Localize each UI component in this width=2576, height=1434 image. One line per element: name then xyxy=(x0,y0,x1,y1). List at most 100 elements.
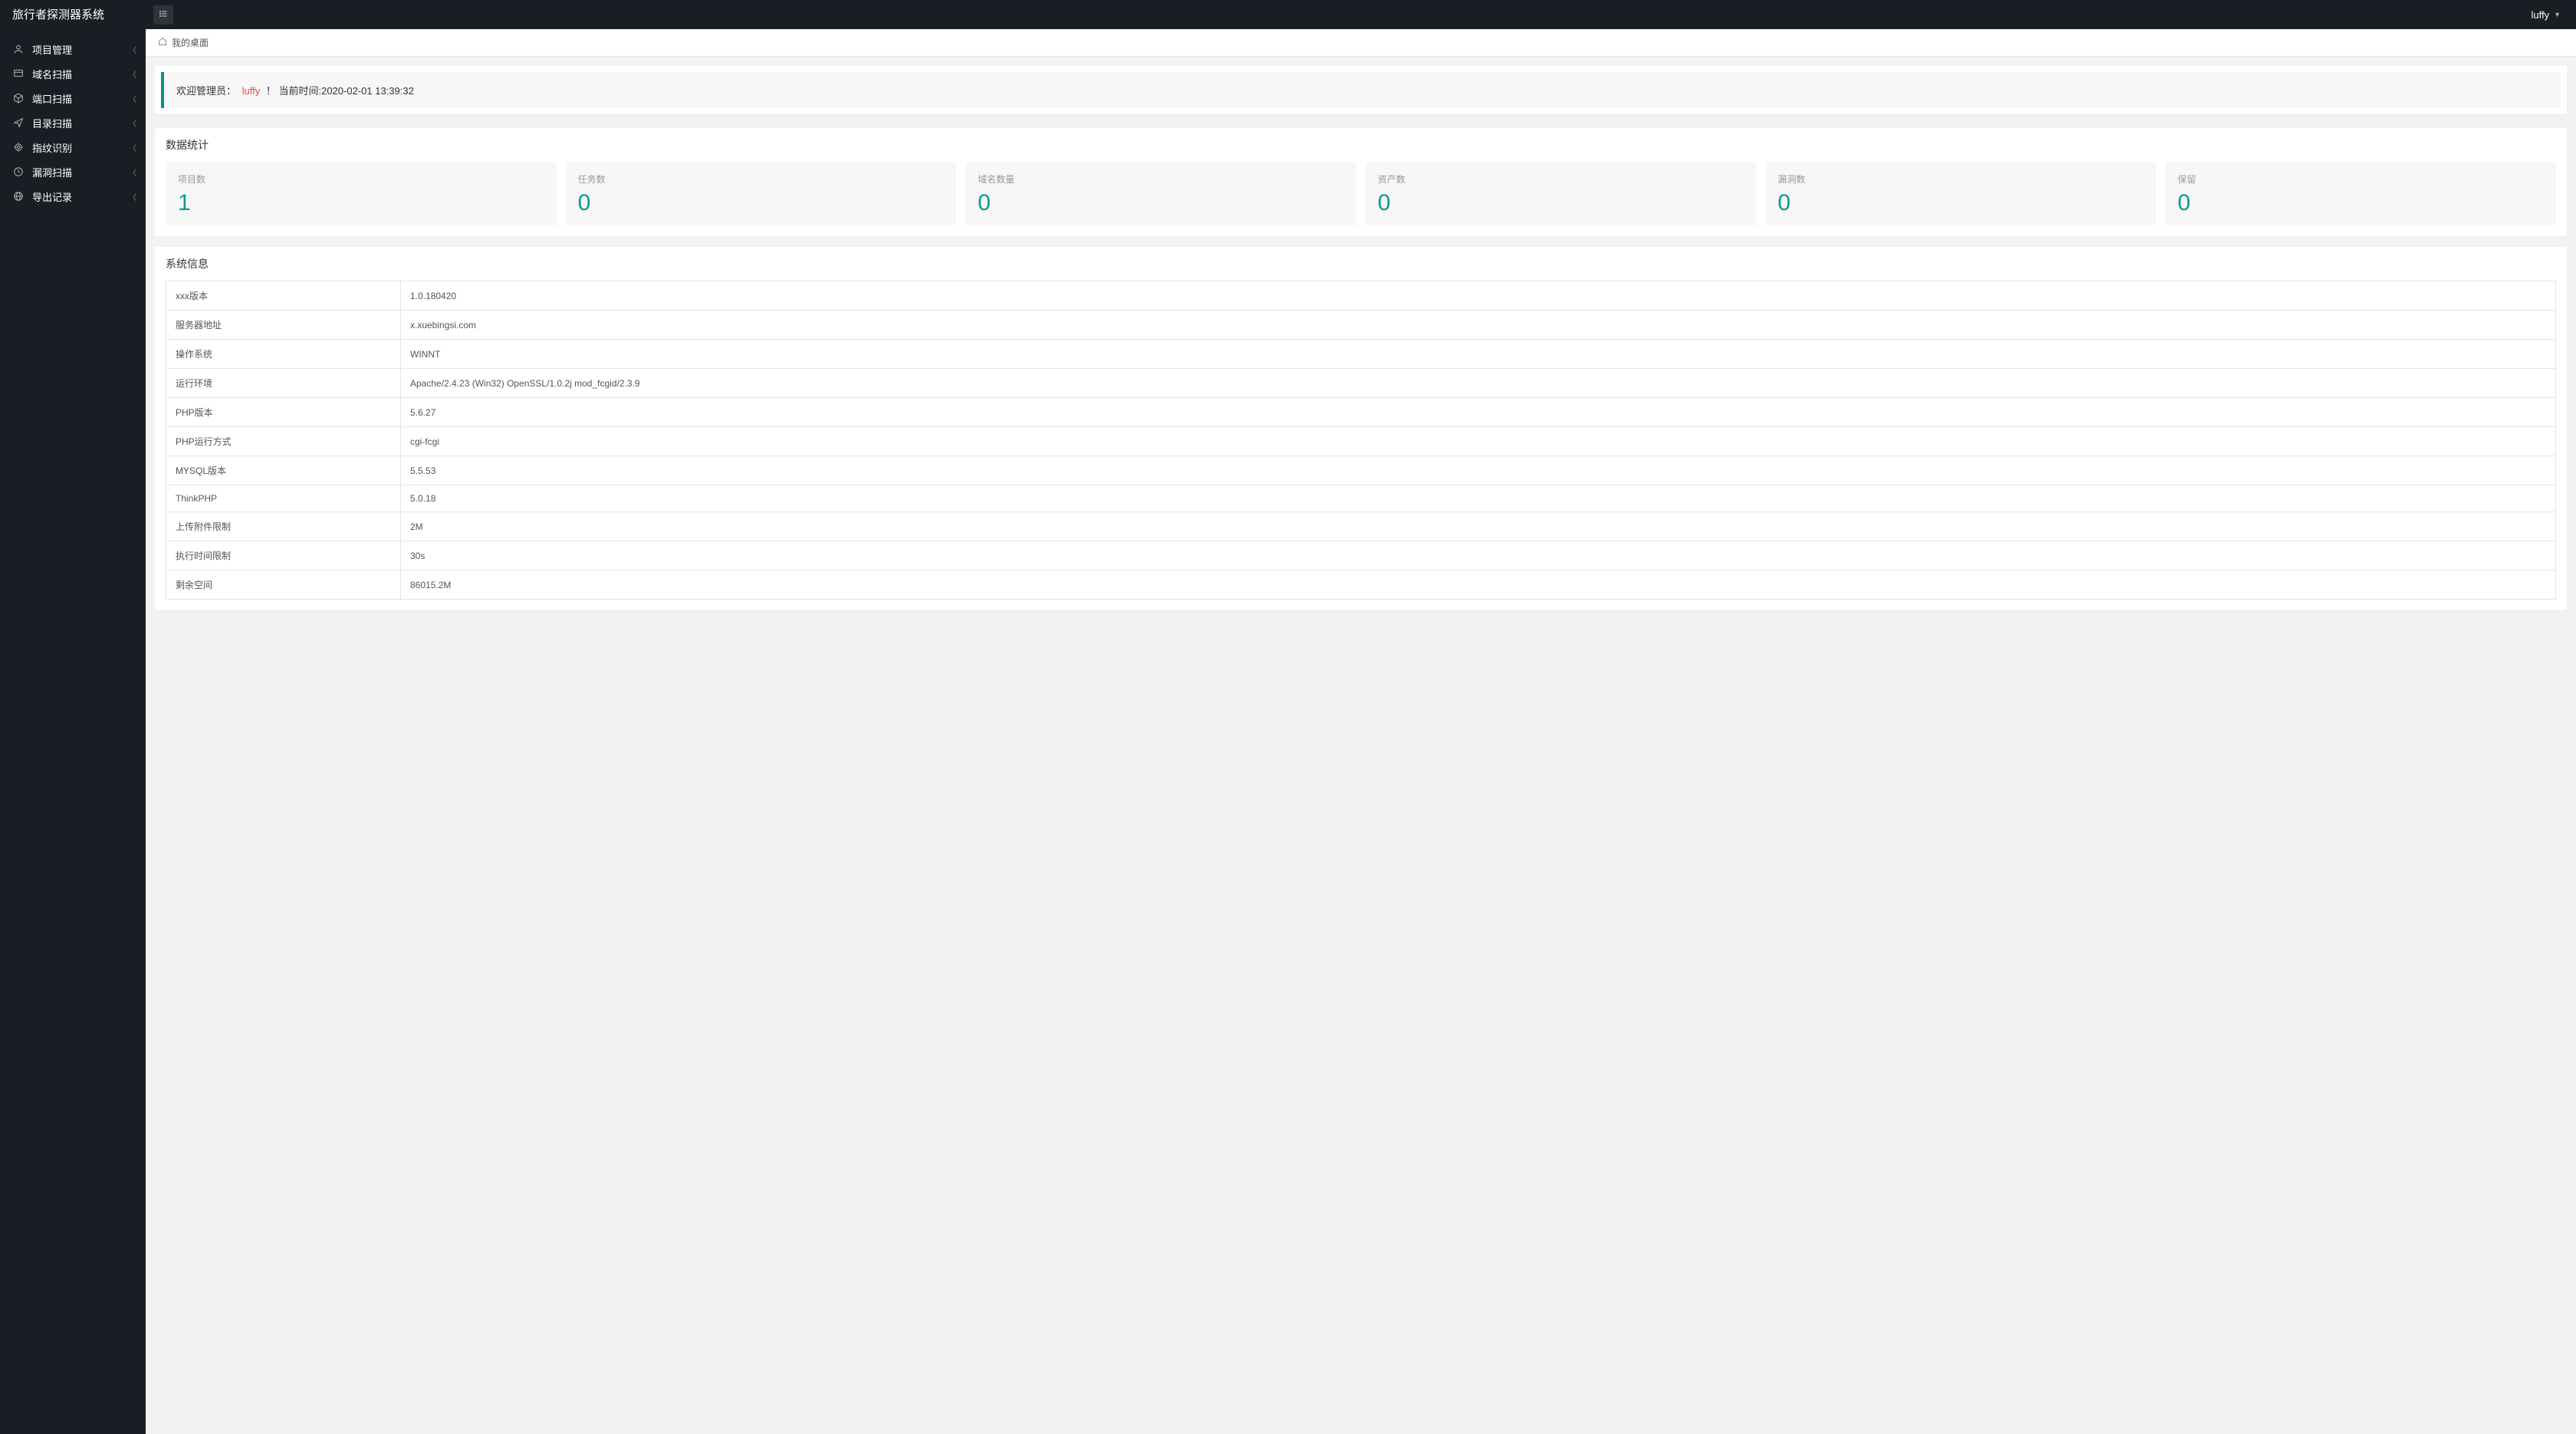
domain-icon xyxy=(12,67,25,80)
stat-cards: 项目数 1 任务数 0 域名数量 0 资产数 0 xyxy=(166,162,2556,225)
sidebar-item-label: 导出记录 xyxy=(32,189,129,204)
sidebar-item-vuln[interactable]: 漏洞扫描 〈 xyxy=(0,160,146,184)
stat-label: 项目数 xyxy=(178,173,544,186)
stats-body: 项目数 1 任务数 0 域名数量 0 资产数 0 xyxy=(155,162,2567,236)
stat-label: 任务数 xyxy=(578,173,945,186)
stat-label: 漏洞数 xyxy=(1778,173,2144,186)
stat-value: 1 xyxy=(178,192,544,215)
info-value: x.xuebingsi.com xyxy=(401,311,2556,340)
info-value: 2M xyxy=(401,512,2556,541)
welcome-username: luffy xyxy=(242,85,261,97)
menu-toggle-button[interactable] xyxy=(153,5,173,25)
chevron-left-icon: 〈 xyxy=(129,191,136,202)
info-key: PHP运行方式 xyxy=(166,427,401,456)
stat-label: 保留 xyxy=(2177,173,2544,186)
caret-down-icon: ▼ xyxy=(2554,11,2561,18)
sysinfo-body: xxx版本1.0.180420 服务器地址x.xuebingsi.com 操作系… xyxy=(155,281,2567,610)
table-row: 执行时间限制30s xyxy=(166,541,2556,571)
stat-label: 域名数量 xyxy=(978,173,1344,186)
stat-card-domains: 域名数量 0 xyxy=(965,162,1356,225)
stat-card-reserved: 保留 0 xyxy=(2165,162,2556,225)
chevron-left-icon: 〈 xyxy=(129,166,136,178)
info-key: 运行环境 xyxy=(166,369,401,398)
brand-title: 旅行者探测器系统 xyxy=(0,0,146,29)
breadcrumb-title: 我的桌面 xyxy=(172,36,209,49)
sysinfo-table: xxx版本1.0.180420 服务器地址x.xuebingsi.com 操作系… xyxy=(166,281,2556,600)
table-row: 上传附件限制2M xyxy=(166,512,2556,541)
clock-icon xyxy=(12,166,25,178)
main: luffy ▼ 我的桌面 欢迎管理员： luffy ！ 当前时间:2020-02… xyxy=(146,0,2576,1434)
stat-card-tasks: 任务数 0 xyxy=(566,162,957,225)
stat-card-assets: 资产数 0 xyxy=(1365,162,1756,225)
info-key: 执行时间限制 xyxy=(166,541,401,571)
info-key: 剩余空间 xyxy=(166,571,401,600)
welcome-prefix: 欢迎管理员： xyxy=(176,85,236,97)
stats-panel: 数据统计 项目数 1 任务数 0 域名数量 0 xyxy=(155,128,2567,236)
stat-value: 0 xyxy=(578,192,945,215)
content: 欢迎管理员： luffy ！ 当前时间:2020-02-01 13:39:32 … xyxy=(146,57,2576,630)
sidebar-item-label: 指纹识别 xyxy=(32,140,129,155)
table-row: 操作系统WINNT xyxy=(166,340,2556,369)
table-row: ThinkPHP5.0.18 xyxy=(166,485,2556,512)
fingerprint-icon xyxy=(12,141,25,153)
info-value: 30s xyxy=(401,541,2556,571)
table-row: MYSQL版本5.5.53 xyxy=(166,456,2556,485)
sidebar-item-domain[interactable]: 域名扫描 〈 xyxy=(0,61,146,86)
stat-value: 0 xyxy=(1778,192,2144,215)
info-value: 5.6.27 xyxy=(401,398,2556,427)
welcome-suffix: ！ 当前时间:2020-02-01 13:39:32 xyxy=(266,85,414,97)
send-icon xyxy=(12,117,25,129)
info-value: 5.0.18 xyxy=(401,485,2556,512)
list-icon xyxy=(158,9,169,21)
user-menu[interactable]: luffy ▼ xyxy=(2531,9,2561,21)
chevron-left-icon: 〈 xyxy=(129,142,136,153)
welcome-inner: 欢迎管理员： luffy ！ 当前时间:2020-02-01 13:39:32 xyxy=(161,72,2561,108)
info-value: 5.5.53 xyxy=(401,456,2556,485)
welcome-banner: 欢迎管理员： luffy ！ 当前时间:2020-02-01 13:39:32 xyxy=(155,66,2567,114)
stat-value: 0 xyxy=(978,192,1344,215)
sidebar-item-label: 目录扫描 xyxy=(32,116,129,130)
table-row: PHP运行方式cgi-fcgi xyxy=(166,427,2556,456)
globe-icon xyxy=(12,190,25,202)
sidebar-item-project[interactable]: 项目管理 〈 xyxy=(0,37,146,61)
info-key: xxx版本 xyxy=(166,281,401,311)
sidebar-nav: 项目管理 〈 域名扫描 〈 端口扫描 〈 xyxy=(0,29,146,209)
chevron-left-icon: 〈 xyxy=(129,68,136,80)
table-row: 运行环境Apache/2.4.23 (Win32) OpenSSL/1.0.2j… xyxy=(166,369,2556,398)
info-value: WINNT xyxy=(401,340,2556,369)
sidebar-item-label: 项目管理 xyxy=(32,42,129,57)
sidebar-item-label: 端口扫描 xyxy=(32,91,129,106)
table-row: 服务器地址x.xuebingsi.com xyxy=(166,311,2556,340)
breadcrumb: 我的桌面 xyxy=(146,29,2576,57)
info-key: 服务器地址 xyxy=(166,311,401,340)
topbar: luffy ▼ xyxy=(146,0,2576,29)
info-key: 上传附件限制 xyxy=(166,512,401,541)
user-name: luffy xyxy=(2531,9,2549,21)
info-key: MYSQL版本 xyxy=(166,456,401,485)
stat-value: 0 xyxy=(1378,192,1744,215)
info-value: Apache/2.4.23 (Win32) OpenSSL/1.0.2j mod… xyxy=(401,369,2556,398)
sidebar-item-dir[interactable]: 目录扫描 〈 xyxy=(0,110,146,135)
info-key: 操作系统 xyxy=(166,340,401,369)
sidebar-item-port[interactable]: 端口扫描 〈 xyxy=(0,86,146,110)
chevron-left-icon: 〈 xyxy=(129,93,136,104)
stat-card-vulns: 漏洞数 0 xyxy=(1766,162,2157,225)
sysinfo-panel: 系统信息 xxx版本1.0.180420 服务器地址x.xuebingsi.co… xyxy=(155,247,2567,610)
sidebar-item-export[interactable]: 导出记录 〈 xyxy=(0,184,146,209)
stat-value: 0 xyxy=(2177,192,2544,215)
info-key: ThinkPHP xyxy=(166,485,401,512)
sysinfo-title: 系统信息 xyxy=(155,247,2567,281)
info-value: 1.0.180420 xyxy=(401,281,2556,311)
table-row: 剩余空间86015.2M xyxy=(166,571,2556,600)
sidebar-item-finger[interactable]: 指纹识别 〈 xyxy=(0,135,146,160)
chevron-left-icon: 〈 xyxy=(129,44,136,55)
stats-title: 数据统计 xyxy=(155,128,2567,162)
user-icon xyxy=(12,43,25,55)
box-icon xyxy=(12,92,25,104)
info-key: PHP版本 xyxy=(166,398,401,427)
sidebar: 旅行者探测器系统 项目管理 〈 域名扫描 〈 端口扫描 xyxy=(0,0,146,1434)
app-root: 旅行者探测器系统 项目管理 〈 域名扫描 〈 端口扫描 xyxy=(0,0,2576,1434)
table-row: xxx版本1.0.180420 xyxy=(166,281,2556,311)
info-value: cgi-fcgi xyxy=(401,427,2556,456)
sidebar-item-label: 漏洞扫描 xyxy=(32,165,129,179)
